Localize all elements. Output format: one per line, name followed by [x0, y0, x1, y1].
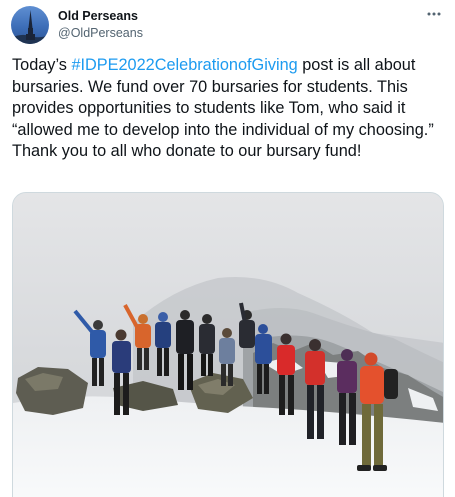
tweet-photo[interactable] — [12, 192, 444, 497]
tweet-text-intro: Today’s — [12, 56, 72, 74]
more-options-button[interactable] — [423, 6, 445, 22]
spire-logo-icon — [11, 10, 49, 44]
tweet-text: Today’s #IDPE2022CelebrationofGiving pos… — [12, 55, 442, 163]
hashtag-link[interactable]: #IDPE2022CelebrationofGiving — [71, 56, 297, 74]
tweet-header: Old Perseans @OldPerseans — [58, 8, 143, 41]
avatar[interactable] — [11, 6, 49, 44]
display-name[interactable]: Old Perseans — [58, 8, 143, 24]
more-options-icon — [427, 12, 441, 16]
tweet: Old Perseans @OldPerseans Today’s #IDPE2… — [0, 0, 455, 497]
group-summit-photo — [13, 193, 443, 497]
user-handle[interactable]: @OldPerseans — [58, 25, 143, 41]
